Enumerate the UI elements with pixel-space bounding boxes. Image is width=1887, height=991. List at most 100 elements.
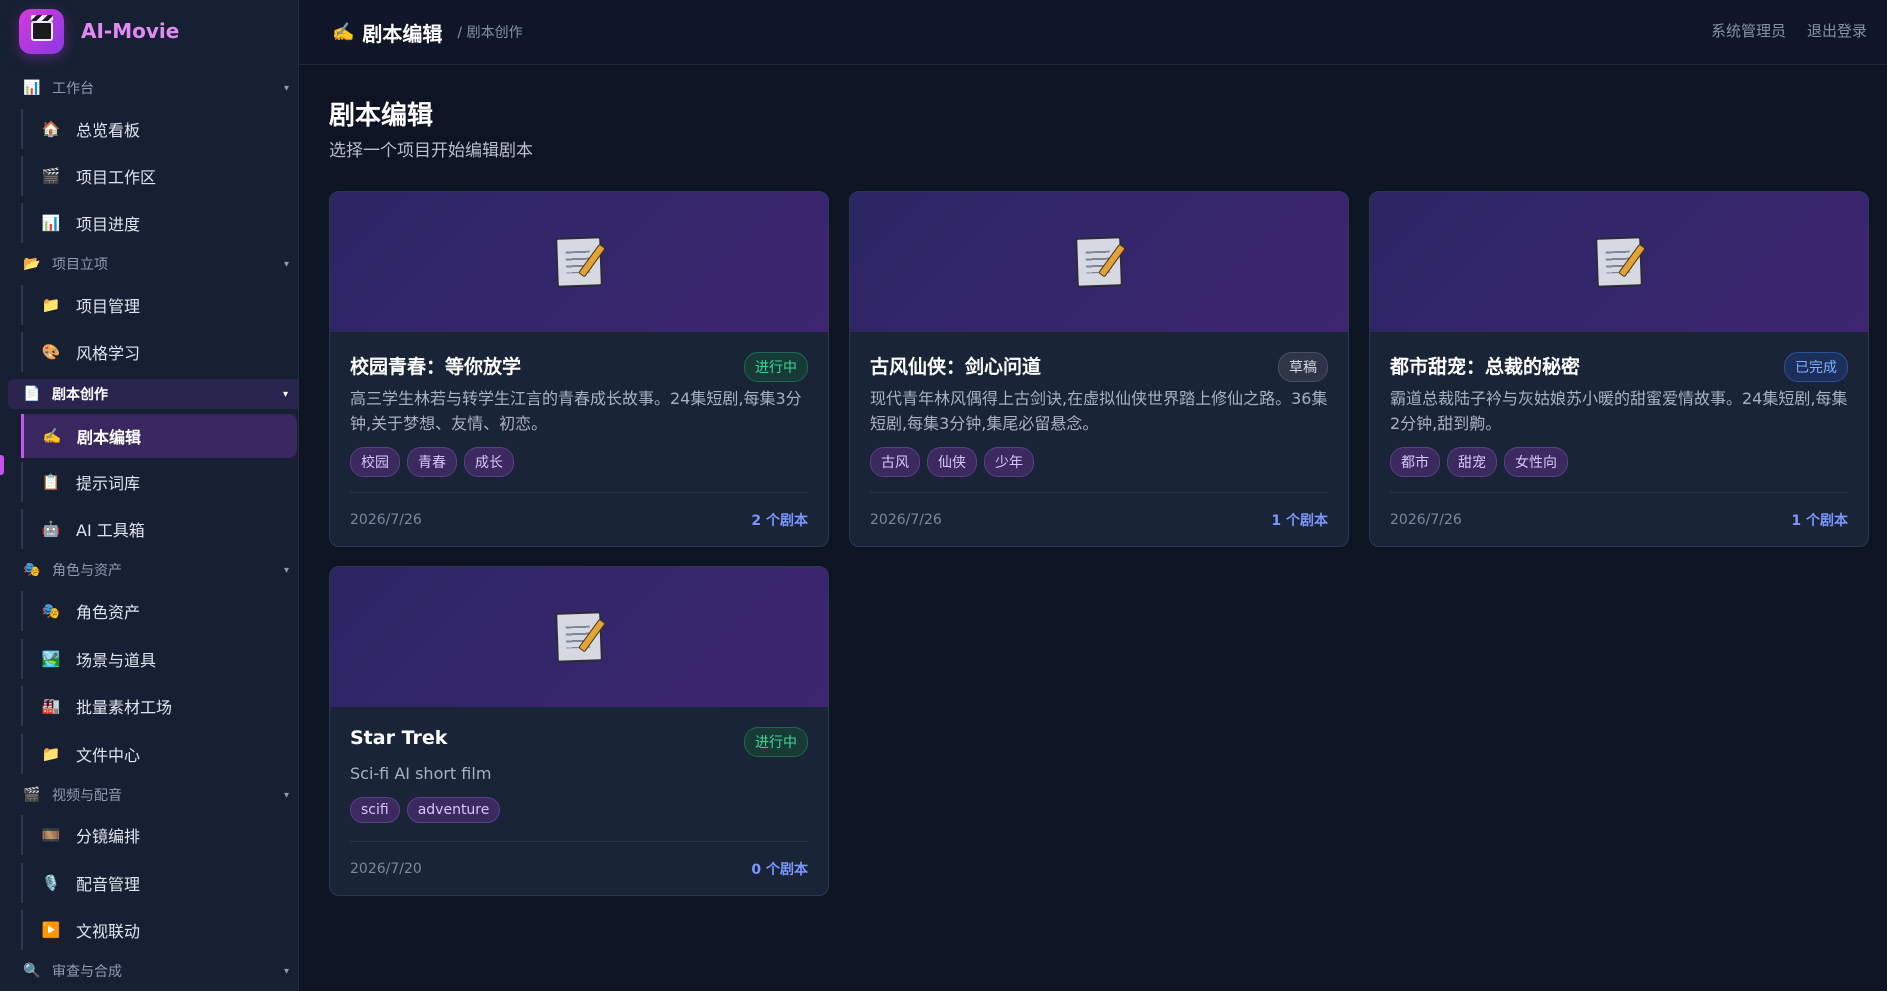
sidebar-item-label: 配音管理 (76, 875, 141, 894)
folder-icon: 📁 (41, 296, 61, 314)
clapperboard-logo-icon (19, 8, 64, 54)
sidebar-item-label: 批量素材工场 (76, 698, 173, 717)
tag: 甜宠 (1447, 447, 1497, 477)
sidebar-item-script-editing[interactable]: ✍️ 剧本编辑 (21, 414, 297, 458)
sidebar-item-project-management[interactable]: 📁 项目管理 (21, 285, 297, 325)
project-card[interactable]: 都市甜宠：总裁的秘密 已完成 霸道总裁陆子衿与灰姑娘苏小暖的甜蜜爱情故事。24集… (1369, 191, 1869, 547)
status-badge: 已完成 (1784, 352, 1848, 382)
card-title: 都市甜宠：总裁的秘密 (1390, 356, 1581, 378)
sidebar-item-overview[interactable]: 🏠 总览看板 (21, 109, 297, 149)
script-count-link[interactable]: 2 个剧本 (751, 510, 808, 530)
page-subtitle: 选择一个项目开始编辑剧本 (329, 141, 533, 161)
card-footer: 2026/7/26 1 个剧本 (1390, 492, 1848, 546)
card-banner (330, 567, 828, 707)
section-label: 角色与资产 (52, 563, 122, 579)
sidebar-item-ai-toolbox[interactable]: 🤖 AI 工具箱 (21, 509, 297, 549)
app-name: AI-Movie (81, 19, 180, 43)
script-count-link[interactable]: 1 个剧本 (1271, 510, 1328, 530)
tag-list: 古风 仙侠 少年 (870, 447, 1328, 477)
section-label: 项目立项 (52, 257, 108, 273)
sidebar-item-style-learning[interactable]: 🎨 风格学习 (21, 332, 297, 372)
section-workbench[interactable]: 📊 工作台 ▾ (0, 74, 298, 102)
project-card[interactable]: 校园青春：等你放学 进行中 高三学生林若与转学生江言的青春成长故事。24集短剧,… (329, 191, 829, 547)
sidebar-item-label: 总览看板 (76, 121, 141, 140)
memo-icon (1595, 236, 1643, 288)
sidebar-item-storyboard[interactable]: 🎞️ 分镜编排 (21, 815, 297, 855)
memo-icon (555, 236, 603, 288)
card-date: 2026/7/26 (1390, 511, 1462, 528)
card-banner (850, 192, 1348, 332)
chevron-down-icon: ▾ (283, 789, 289, 801)
card-description: Sci-fi AI short film (350, 764, 492, 783)
tag-list: scifi adventure (350, 797, 808, 823)
film-frames-icon: 🎞️ (41, 826, 61, 844)
project-card[interactable]: 古风仙侠：剑心问道 草稿 现代青年林风偶得上古剑诀,在虚拟仙侠世界踏上修仙之路。… (849, 191, 1349, 547)
user-name[interactable]: 系统管理员 (1711, 20, 1786, 41)
sidebar-item-dubbing[interactable]: 🎙️ 配音管理 (21, 863, 297, 903)
tag: 青春 (407, 447, 457, 477)
sidebar-item-label: 项目工作区 (76, 168, 157, 187)
user-menu: 系统管理员 退出登录 (1711, 20, 1867, 41)
theater-masks-icon: 🎭 (41, 602, 61, 620)
sidebar-item-project-workspace[interactable]: 🎬 项目工作区 (21, 156, 297, 196)
section-label: 剧本创作 (52, 387, 108, 403)
chevron-down-icon: ▾ (282, 388, 288, 400)
writing-hand-icon: ✍️ (332, 21, 355, 43)
section-label: 工作台 (52, 81, 94, 97)
section-review-compose[interactable]: 🔍 审查与合成 ▾ (0, 957, 298, 985)
card-title: 校园青春：等你放学 (350, 356, 522, 378)
sidebar-item-file-center[interactable]: 📁 文件中心 (21, 734, 297, 774)
card-description: 霸道总裁陆子衿与灰姑娘苏小暖的甜蜜爱情故事。24集短剧,每集2分钟,甜到齁。 (1390, 389, 1848, 433)
microphone-icon: 🎙️ (41, 874, 61, 892)
logout-link[interactable]: 退出登录 (1807, 20, 1867, 41)
card-footer: 2026/7/20 0 个剧本 (350, 841, 808, 895)
memo-icon (1075, 236, 1123, 288)
sidebar-item-label: 提示词库 (76, 474, 141, 493)
sidebar-item-text-video-link[interactable]: ▶️ 文视联动 (21, 910, 297, 950)
header-title: 剧本编辑 (362, 21, 443, 46)
chevron-down-icon: ▾ (283, 258, 289, 270)
card-banner (330, 192, 828, 332)
sidebar-item-project-progress[interactable]: 📊 项目进度 (21, 203, 297, 243)
home-icon: 🏠 (41, 120, 61, 138)
sidebar-item-scenes-props[interactable]: 🏞️ 场景与道具 (21, 639, 297, 679)
section-characters-assets[interactable]: 🎭 角色与资产 ▾ (0, 556, 298, 584)
card-title: Star Trek (350, 727, 448, 749)
chevron-down-icon: ▾ (283, 965, 289, 977)
card-banner (1370, 192, 1868, 332)
sidebar-item-character-assets[interactable]: 🎭 角色资产 (21, 591, 297, 631)
breadcrumb: / 剧本创作 (457, 25, 523, 41)
script-count-link[interactable]: 0 个剧本 (751, 859, 808, 879)
folder-icon: 📁 (41, 745, 61, 763)
clapperboard-icon: 🎬 (23, 787, 41, 803)
sidebar-item-prompt-library[interactable]: 📋 提示词库 (21, 462, 297, 502)
theater-masks-icon: 🎭 (23, 562, 41, 578)
sidebar-item-label: 项目管理 (76, 297, 141, 316)
sidebar-item-label: 角色资产 (76, 603, 141, 622)
clipboard-icon: 📋 (41, 473, 61, 491)
section-video-dubbing[interactable]: 🎬 视频与配音 ▾ (0, 781, 298, 809)
tag: 校园 (350, 447, 400, 477)
section-project-setup[interactable]: 📂 项目立项 ▾ (0, 250, 298, 278)
tag: 少年 (984, 447, 1034, 477)
magnifier-icon: 🔍 (23, 963, 41, 979)
card-date: 2026/7/26 (350, 511, 422, 528)
card-title: 古风仙侠：剑心问道 (870, 356, 1042, 378)
brand[interactable]: AI-Movie (0, 0, 298, 62)
chart-icon: 📊 (23, 80, 41, 96)
section-script-creation[interactable]: 📄 剧本创作 ▾ (8, 379, 298, 409)
sidebar-item-label: 场景与道具 (76, 651, 157, 670)
main-content: ✍️ 剧本编辑 / 剧本创作 系统管理员 退出登录 剧本编辑 选择一个项目开始编… (299, 0, 1887, 991)
status-badge: 进行中 (744, 352, 808, 382)
card-description: 高三学生林若与转学生江言的青春成长故事。24集短剧,每集3分钟,关于梦想、友情、… (350, 389, 802, 433)
writing-hand-icon: ✍️ (42, 427, 62, 445)
card-date: 2026/7/26 (870, 511, 942, 528)
bar-chart-icon: 📊 (41, 214, 61, 232)
active-indicator (0, 455, 4, 475)
clapperboard-icon: 🎬 (41, 167, 61, 185)
app-root: AI-Movie 📊 工作台 ▾ 🏠 总览看板 🎬 项目工作区 📊 项目进度 📂… (0, 0, 1887, 991)
project-card[interactable]: Star Trek 进行中 Sci-fi AI short film scifi… (329, 566, 829, 896)
script-count-link[interactable]: 1 个剧本 (1791, 510, 1848, 530)
sidebar-item-batch-factory[interactable]: 🏭 批量素材工场 (21, 686, 297, 726)
sidebar-item-label: 项目进度 (76, 215, 141, 234)
